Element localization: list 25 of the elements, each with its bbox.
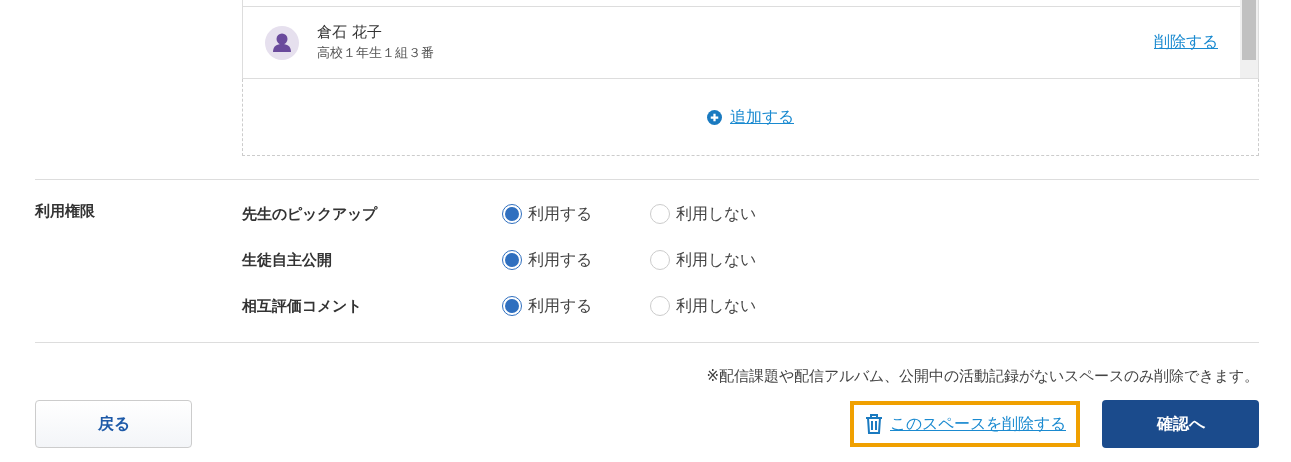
member-class: 高校１年生１組３番 [317,44,435,62]
radio-option[interactable]: 利用しない [650,295,798,317]
notice-text: ※配信課題や配信アルバム、公開中の活動記録がないスペースのみ削除できます。 [705,367,1259,386]
radio-button[interactable] [502,204,522,224]
radio-option[interactable]: 利用しない [650,249,798,271]
radio-button[interactable] [502,296,522,316]
confirm-button[interactable]: 確認へ [1102,400,1259,448]
section-heading: 利用権限 [35,202,96,222]
avatar-icon [265,25,299,60]
radio-option[interactable]: 利用しない [650,203,798,225]
radio-option[interactable]: 利用する [502,203,650,225]
radio-option[interactable]: 利用する [502,295,650,317]
radio-option[interactable]: 利用する [502,249,650,271]
remove-link[interactable]: 削除する [1154,32,1218,53]
trash-icon [864,413,884,435]
member-name: 倉石 花子 [317,23,383,42]
delete-space-link[interactable]: このスペースを削除する [850,401,1080,447]
add-link[interactable]: 追加する [730,106,794,128]
back-button[interactable]: 戻る [35,400,192,448]
permission-label: 相互評価コメント [242,296,363,316]
permission-label: 先生のピックアップ [242,204,379,224]
radio-button[interactable] [502,250,522,270]
plus-circle-icon [707,109,722,125]
scrollbar[interactable] [1240,0,1258,78]
permission-label: 生徒自主公開 [242,250,333,270]
